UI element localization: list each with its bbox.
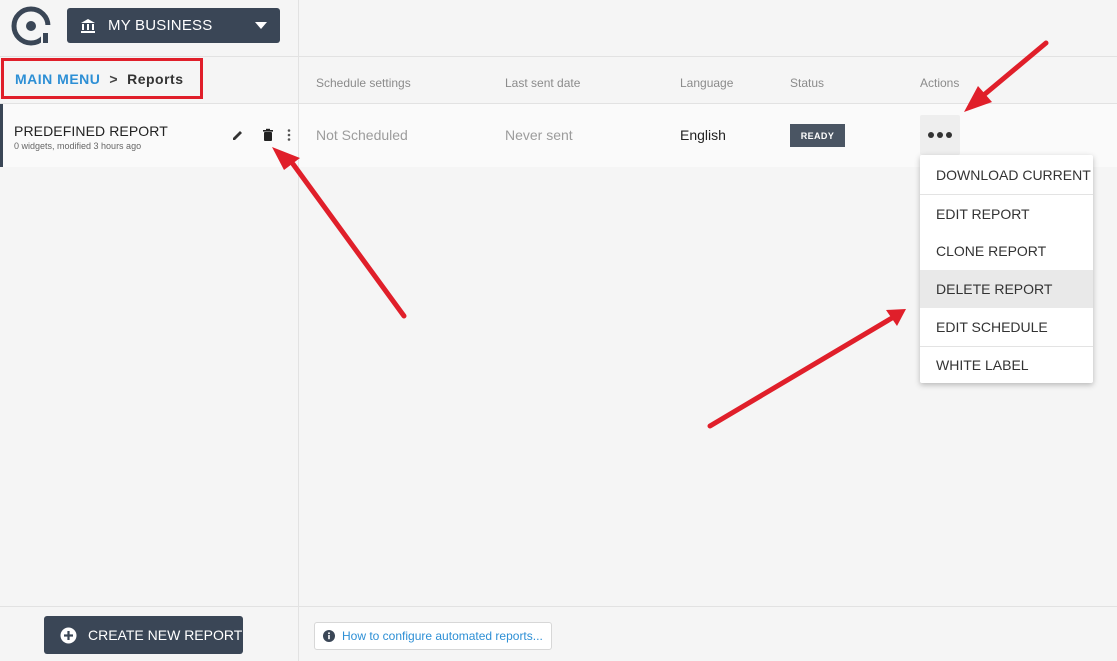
business-selector[interactable]: MY BUSINESS — [67, 8, 280, 43]
column-header-schedule: Schedule settings — [316, 76, 411, 90]
more-horizontal-icon-dot — [946, 132, 952, 138]
bank-icon — [81, 18, 95, 33]
report-title: PREDEFINED REPORT — [14, 123, 168, 139]
breadcrumb-current: Reports — [127, 70, 184, 87]
menu-item-clone-report[interactable]: CLONE REPORT — [920, 232, 1093, 270]
help-link-label: How to configure automated reports... — [342, 629, 543, 643]
caret-down-icon — [255, 22, 267, 29]
logo-icon[interactable] — [10, 5, 52, 47]
more-horizontal-icon — [928, 132, 934, 138]
annotation-arrowhead — [886, 309, 906, 326]
breadcrumb-main-menu[interactable]: MAIN MENU — [15, 71, 100, 87]
annotation-arrow — [290, 161, 407, 319]
annotation-arrow — [707, 315, 895, 429]
report-meta: 0 widgets, modified 3 hours ago — [14, 141, 142, 151]
cell-language: English — [680, 127, 726, 143]
column-header-status: Status — [790, 76, 825, 90]
column-header-language: Language — [680, 76, 734, 90]
cell-schedule: Not Scheduled — [316, 127, 408, 143]
help-link[interactable]: How to configure automated reports... — [314, 622, 552, 650]
more-horizontal-icon-dot — [937, 132, 943, 138]
create-new-report-button[interactable]: CREATE NEW REPORT — [44, 616, 243, 654]
actions-button[interactable] — [920, 115, 960, 155]
info-icon — [323, 630, 335, 642]
create-new-report-label: CREATE NEW REPORT — [88, 627, 243, 643]
menu-item-edit-schedule[interactable]: EDIT SCHEDULE — [920, 308, 1093, 346]
status-badge: READY — [790, 124, 845, 147]
breadcrumb-separator: > — [109, 70, 119, 87]
report-list-item[interactable]: PREDEFINED REPORT 0 widgets, modified 3 … — [0, 104, 298, 167]
column-header-actions: Actions — [920, 76, 960, 90]
annotation-arrow — [982, 40, 1049, 97]
more-vertical-icon[interactable] — [282, 128, 296, 142]
edit-icon[interactable] — [231, 128, 245, 142]
trash-icon[interactable] — [261, 128, 275, 142]
column-header-last-sent: Last sent date — [505, 76, 581, 90]
cell-last-sent: Never sent — [505, 127, 573, 143]
sidebar — [0, 0, 299, 661]
actions-menu: DOWNLOAD CURRENT EDIT REPORT CLONE REPOR… — [920, 155, 1093, 383]
menu-item-download-current[interactable]: DOWNLOAD CURRENT — [920, 155, 1093, 194]
menu-item-edit-report[interactable]: EDIT REPORT — [920, 195, 1093, 233]
divider — [0, 56, 1117, 57]
menu-item-white-label[interactable]: WHITE LABEL — [920, 347, 1093, 383]
breadcrumb: MAIN MENU > Reports — [1, 58, 203, 99]
divider — [0, 606, 1117, 607]
business-label: MY BUSINESS — [108, 17, 213, 34]
plus-circle-icon — [60, 627, 77, 643]
menu-item-delete-report[interactable]: DELETE REPORT — [920, 270, 1093, 308]
